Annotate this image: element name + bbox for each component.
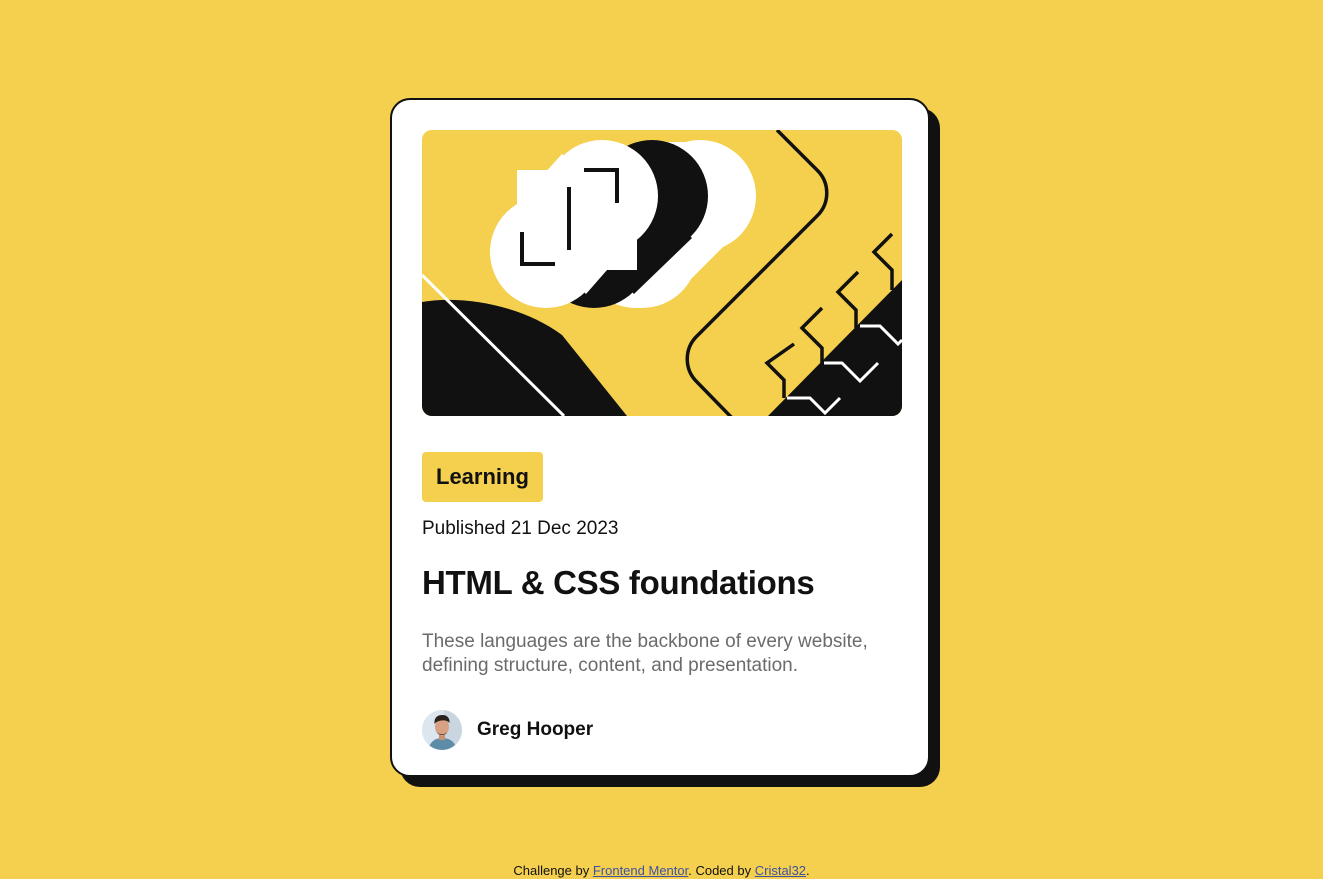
author-name: Greg Hooper	[477, 719, 594, 740]
attribution: Challenge by Frontend Mentor. Coded by C…	[0, 863, 1323, 878]
coder-link[interactable]: Cristal32	[755, 863, 806, 878]
card-title[interactable]: HTML & CSS foundations	[422, 564, 815, 602]
attribution-suffix: .	[806, 863, 810, 878]
category-tag: Learning	[422, 452, 543, 502]
frontend-mentor-link[interactable]: Frontend Mentor	[593, 863, 688, 878]
blog-preview-card: Learning Published 21 Dec 2023 HTML & CS…	[390, 98, 930, 777]
attribution-prefix: Challenge by	[513, 863, 593, 878]
author: Greg Hooper	[422, 710, 593, 750]
user-avatar-icon	[422, 710, 462, 750]
hero-illustration	[422, 130, 902, 416]
attribution-middle: . Coded by	[688, 863, 755, 878]
page: Learning Published 21 Dec 2023 HTML & CS…	[0, 0, 1323, 879]
card-description: These languages are the backbone of ever…	[422, 631, 868, 676]
published-date: Published 21 Dec 2023	[422, 518, 619, 539]
code-brackets-illustration-icon	[422, 130, 902, 416]
avatar	[422, 710, 462, 750]
